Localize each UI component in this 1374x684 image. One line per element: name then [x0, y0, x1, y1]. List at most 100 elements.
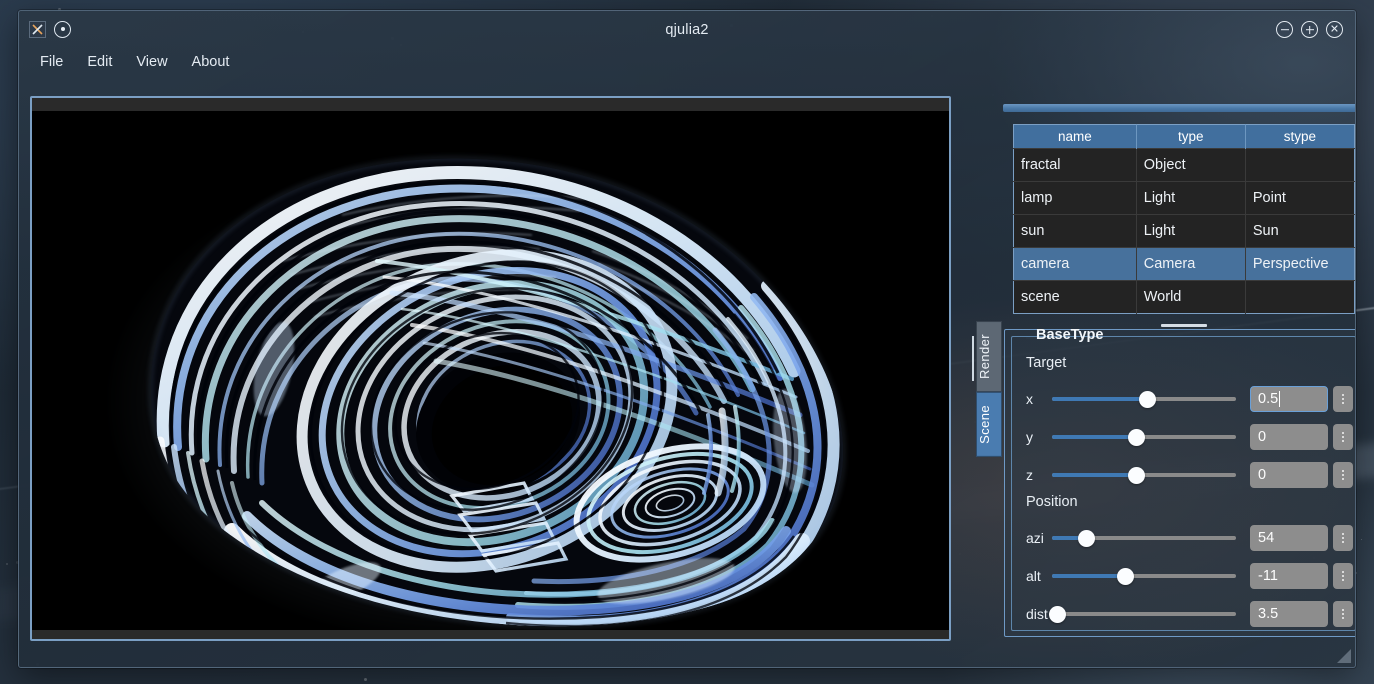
field-label-y: y	[1026, 429, 1033, 445]
slider-knob[interactable]	[1078, 529, 1096, 547]
circle-dot-icon[interactable]	[54, 20, 71, 38]
star-dot	[6, 563, 8, 565]
slider-x[interactable]	[1052, 389, 1236, 409]
cell-type: Object	[1136, 148, 1246, 182]
cell-stype: Perspective	[1245, 247, 1355, 281]
column-header-stype[interactable]: stype	[1245, 124, 1355, 149]
number-input-value: 0	[1258, 467, 1267, 483]
slider-track	[1052, 612, 1236, 616]
spinner-button-azi[interactable]	[1333, 525, 1353, 551]
field-label-x: x	[1026, 391, 1033, 407]
slider-alt[interactable]	[1052, 566, 1236, 586]
field-label-azi: azi	[1026, 530, 1044, 546]
menu-item-edit[interactable]: Edit	[78, 51, 121, 73]
field-row-azi[interactable]: azi 54	[1026, 524, 1353, 552]
properties-group: BaseType Target x 0.5 y 0 z 0 Position a…	[1004, 327, 1355, 637]
slider-knob[interactable]	[1117, 567, 1135, 585]
table-row[interactable]: sun Light Sun	[1013, 214, 1355, 248]
window-controls[interactable]: ✕	[1276, 21, 1343, 38]
viewport-scrollbar-top[interactable]	[32, 98, 949, 111]
table-row[interactable]: lamp Light Point	[1013, 181, 1355, 215]
field-row-x[interactable]: x 0.5	[1026, 385, 1353, 413]
number-input-z[interactable]: 0	[1250, 462, 1328, 488]
column-header-type[interactable]: type	[1136, 124, 1246, 149]
number-input-value: 0.5	[1258, 391, 1279, 407]
field-label-z: z	[1026, 467, 1033, 483]
window-title: qjulia2	[665, 22, 709, 38]
cell-stype: Sun	[1245, 214, 1355, 248]
spinner-button-alt[interactable]	[1333, 563, 1353, 589]
properties-group-title: BaseType	[1036, 327, 1104, 343]
close-button[interactable]: ✕	[1326, 21, 1343, 38]
slider-knob[interactable]	[1128, 466, 1146, 484]
number-input-value: 3.5	[1258, 606, 1279, 622]
cell-stype	[1245, 148, 1355, 182]
star-dot	[1361, 539, 1362, 540]
tabstrip-divider	[972, 336, 974, 381]
application-window: qjulia2 ✕ File Edit View About Render Sc…	[18, 10, 1356, 668]
slider-azi[interactable]	[1052, 528, 1236, 548]
menu-bar[interactable]: File Edit View About	[31, 51, 238, 73]
maximize-button[interactable]	[1301, 21, 1318, 38]
menu-item-file[interactable]: File	[31, 51, 72, 73]
window-resize-grip[interactable]	[1335, 647, 1351, 663]
slider-fill	[1052, 473, 1137, 477]
vertical-ellipsis-icon	[1342, 394, 1344, 404]
number-input-azi[interactable]: 54	[1250, 525, 1328, 551]
number-input-x[interactable]: 0.5	[1250, 386, 1328, 412]
field-row-z[interactable]: z 0	[1026, 461, 1353, 489]
field-row-dist[interactable]: dist 3.5	[1026, 600, 1353, 628]
star-dot	[364, 678, 367, 681]
cell-type: World	[1136, 280, 1246, 314]
render-viewport[interactable]	[30, 96, 951, 641]
text-caret	[1279, 391, 1281, 407]
menu-item-about[interactable]: About	[183, 51, 239, 73]
field-row-alt[interactable]: alt -11	[1026, 562, 1353, 590]
panel-tab-strip[interactable]: Render Scene	[976, 321, 1002, 457]
cell-stype: Point	[1245, 181, 1355, 215]
title-bar[interactable]: qjulia2 ✕	[19, 11, 1355, 47]
cell-name: camera	[1013, 247, 1137, 281]
cell-name: fractal	[1013, 148, 1137, 182]
x-app-icon[interactable]	[29, 20, 46, 38]
cell-name: scene	[1013, 280, 1137, 314]
number-input-alt[interactable]: -11	[1250, 563, 1328, 589]
fractal-render-image	[32, 111, 949, 630]
scene-panel: name type stype fractal Object lamp Ligh…	[1001, 96, 1355, 641]
vertical-ellipsis-icon	[1342, 432, 1344, 442]
slider-z[interactable]	[1052, 465, 1236, 485]
table-row[interactable]: scene World	[1013, 280, 1355, 314]
tab-render[interactable]: Render	[976, 321, 1002, 393]
slider-y[interactable]	[1052, 427, 1236, 447]
table-row-selected[interactable]: camera Camera Perspective	[1013, 247, 1355, 281]
slider-fill	[1052, 435, 1137, 439]
column-header-name[interactable]: name	[1013, 124, 1137, 149]
spinner-button-z[interactable]	[1333, 462, 1353, 488]
number-input-y[interactable]: 0	[1250, 424, 1328, 450]
section-label-target: Target	[1026, 355, 1067, 371]
field-row-y[interactable]: y 0	[1026, 423, 1353, 451]
number-input-dist[interactable]: 3.5	[1250, 601, 1328, 627]
slider-knob[interactable]	[1049, 605, 1067, 623]
cell-type: Light	[1136, 214, 1246, 248]
number-input-value: 0	[1258, 429, 1267, 445]
vertical-ellipsis-icon	[1342, 609, 1344, 619]
slider-dist[interactable]	[1049, 604, 1236, 624]
cell-name: sun	[1013, 214, 1137, 248]
tab-scene[interactable]: Scene	[976, 392, 1002, 457]
minimize-button[interactable]	[1276, 21, 1293, 38]
cell-stype	[1245, 280, 1355, 314]
slider-knob[interactable]	[1128, 428, 1146, 446]
scene-object-table[interactable]: name type stype fractal Object lamp Ligh…	[1013, 124, 1355, 314]
cell-name: lamp	[1013, 181, 1137, 215]
menu-item-view[interactable]: View	[127, 51, 176, 73]
vertical-ellipsis-icon	[1342, 470, 1344, 480]
spinner-button-dist[interactable]	[1333, 601, 1353, 627]
spinner-button-y[interactable]	[1333, 424, 1353, 450]
table-row[interactable]: fractal Object	[1013, 148, 1355, 182]
slider-knob[interactable]	[1139, 390, 1157, 408]
panel-resize-grip[interactable]	[1003, 104, 1355, 112]
spinner-button-x[interactable]	[1333, 386, 1353, 412]
slider-fill	[1052, 397, 1148, 401]
vertical-ellipsis-icon	[1342, 571, 1344, 581]
